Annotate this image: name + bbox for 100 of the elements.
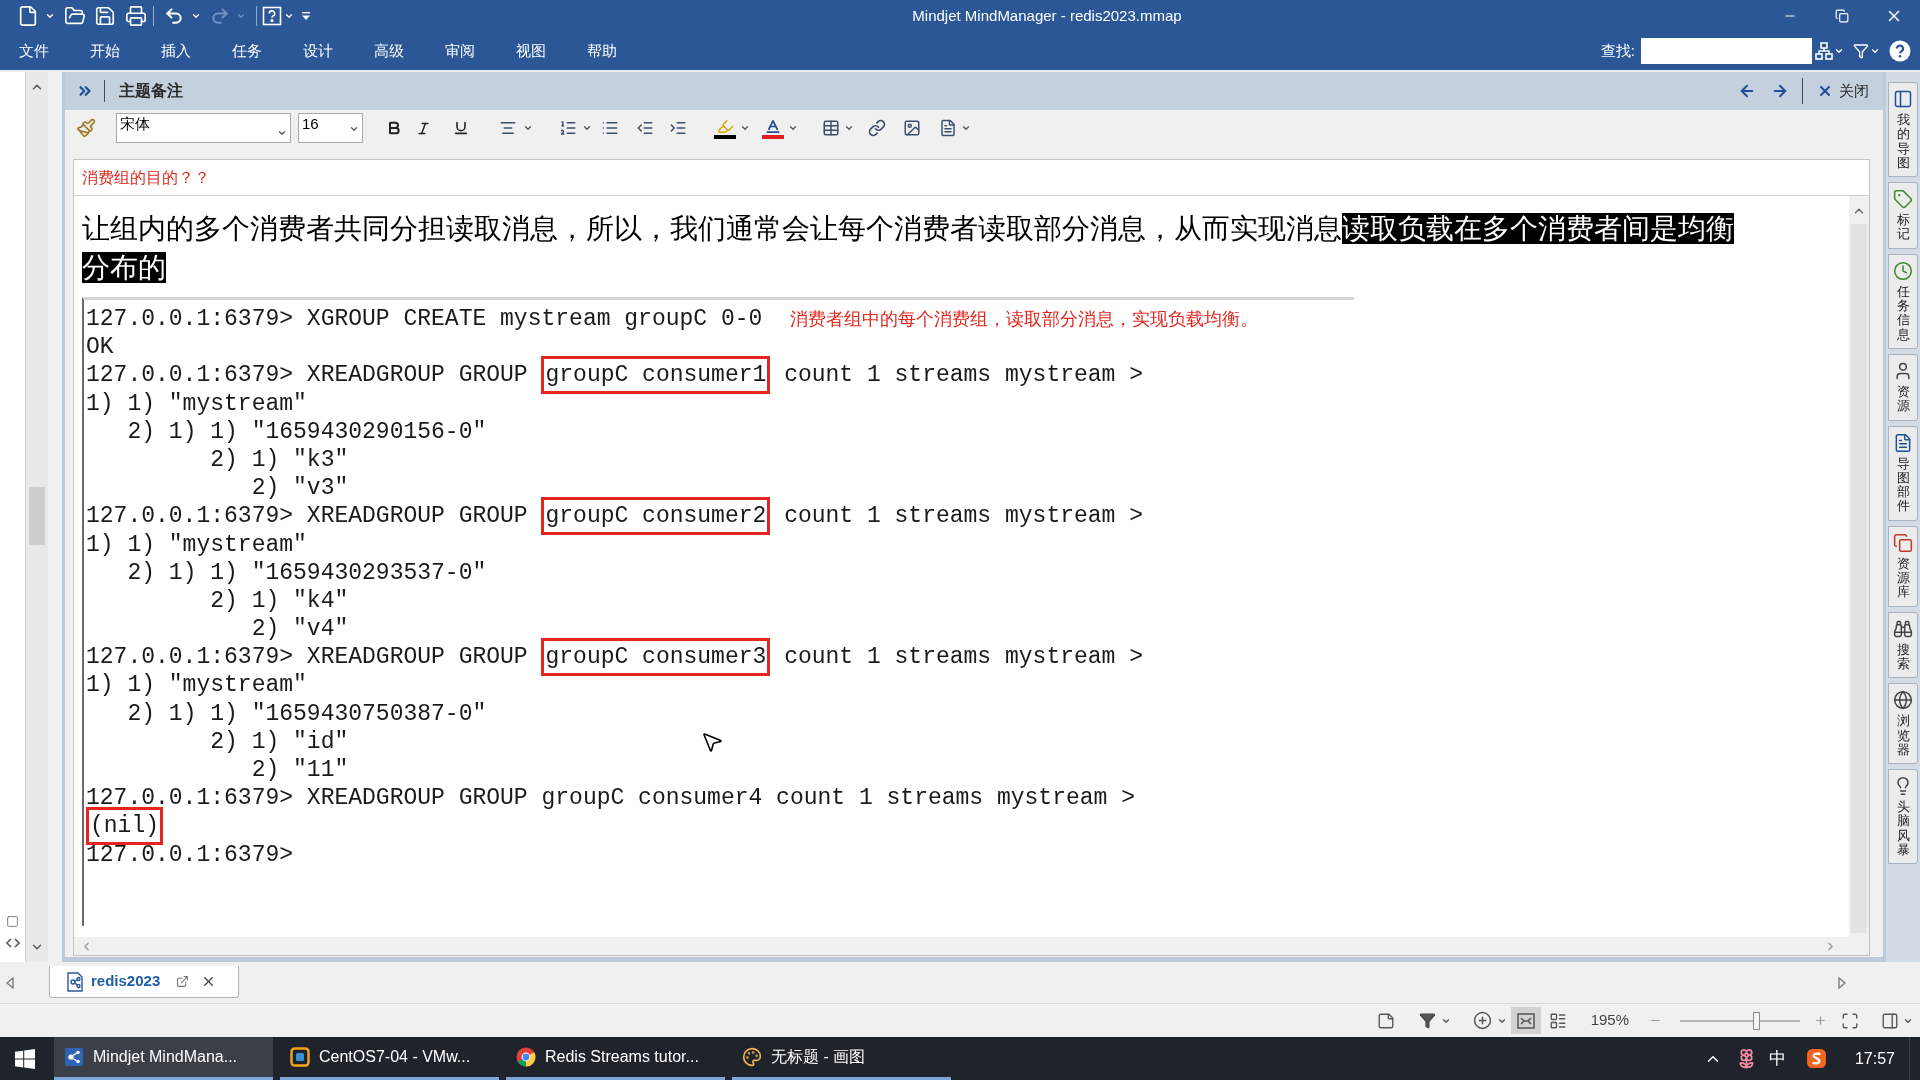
input-app-icon[interactable] — [1805, 1048, 1827, 1069]
font-size-select[interactable]: 16 — [298, 113, 363, 143]
fit-icon[interactable] — [1841, 1011, 1859, 1030]
caret-icon[interactable] — [349, 124, 359, 134]
pop-out-icon[interactable] — [176, 975, 190, 988]
collapse-icon[interactable] — [5, 938, 20, 948]
sidebar-tab[interactable]: 资源 — [1888, 353, 1918, 421]
binoculars-icon[interactable] — [1893, 618, 1913, 639]
font-color-icon[interactable] — [762, 117, 784, 139]
tag-icon[interactable] — [1893, 189, 1913, 210]
caret-icon[interactable] — [191, 11, 201, 21]
scrollbar[interactable] — [26, 72, 48, 962]
sidebar-tab[interactable]: 浏览器 — [1888, 683, 1918, 765]
image-icon[interactable] — [903, 119, 921, 137]
taskbar-item[interactable]: CentOS7-04 - VMw... — [280, 1037, 499, 1080]
menu-item[interactable]: 设计 — [296, 35, 340, 67]
new-document-icon[interactable] — [17, 5, 39, 27]
sidebar-tab[interactable]: 资源库 — [1888, 525, 1918, 607]
folder-icon[interactable] — [64, 5, 86, 27]
clock-icon[interactable] — [1893, 260, 1913, 281]
search-field[interactable] — [1641, 38, 1812, 64]
sidebar-tab[interactable]: 导图部件 — [1888, 425, 1918, 521]
caret-icon[interactable] — [1870, 46, 1880, 56]
scroll-left-icon[interactable] — [6, 977, 14, 989]
menu-item[interactable]: 高级 — [367, 35, 411, 67]
sidebar-tab[interactable]: 标记 — [1888, 182, 1918, 249]
forward-arrow-icon[interactable] — [1771, 82, 1789, 100]
help-icon[interactable] — [262, 6, 282, 26]
indent-icon[interactable] — [669, 119, 687, 137]
close-icon[interactable] — [1817, 83, 1833, 99]
view-button[interactable] — [1510, 1007, 1541, 1034]
save-icon[interactable] — [94, 5, 116, 27]
menu-item[interactable]: 任务 — [225, 35, 269, 67]
printer-icon[interactable] — [125, 5, 147, 27]
numbered-list-icon[interactable] — [559, 119, 577, 137]
customize-icon[interactable] — [301, 11, 311, 21]
terminal-text: 2) 1) "id" — [210, 728, 349, 755]
bold-icon[interactable] — [386, 120, 402, 136]
menu-item[interactable]: 开始 — [83, 35, 127, 67]
slider-thumb[interactable] — [1752, 1011, 1760, 1030]
panel-icon[interactable] — [1893, 89, 1913, 109]
taskbar-item[interactable]: Mindjet MindMana... — [54, 1037, 273, 1080]
hierarchy-icon[interactable] — [1815, 42, 1833, 60]
link-icon[interactable] — [868, 119, 886, 137]
scroll-right-icon[interactable] — [1838, 977, 1846, 989]
map-view-icon[interactable] — [1516, 1011, 1535, 1030]
italic-icon[interactable] — [416, 120, 431, 136]
underline-icon[interactable] — [453, 120, 469, 136]
globe-icon[interactable] — [1893, 690, 1913, 711]
sidebar-tab[interactable]: 搜索 — [1888, 611, 1918, 679]
document-tab[interactable]: redis2023 — [49, 966, 239, 998]
sidebar-tab[interactable]: 头脑风暴 — [1888, 769, 1918, 865]
close-button[interactable]: 关闭 — [1817, 79, 1869, 103]
person-icon[interactable] — [1893, 360, 1913, 381]
brush-icon[interactable] — [76, 118, 96, 138]
caret-icon[interactable] — [277, 128, 287, 138]
restore-icon[interactable] — [1835, 9, 1849, 23]
frame-icon[interactable] — [6, 915, 19, 928]
caret-icon[interactable] — [523, 123, 533, 133]
help-icon[interactable] — [1889, 40, 1911, 62]
add-icon[interactable] — [1472, 1011, 1492, 1030]
terminal-text: count 1 streams mystream > — [784, 503, 1143, 530]
panel-icon[interactable] — [1881, 1011, 1899, 1030]
menu-item[interactable]: 视图 — [509, 35, 553, 67]
caret-icon[interactable] — [284, 11, 294, 21]
menu-item[interactable]: 插入 — [154, 35, 198, 67]
outdent-icon[interactable] — [636, 119, 654, 137]
outline-view-icon[interactable] — [1548, 1011, 1567, 1030]
caret-icon[interactable] — [844, 123, 854, 133]
caret-icon[interactable] — [961, 123, 971, 133]
menu-item[interactable]: 帮助 — [580, 35, 624, 67]
caret-icon[interactable] — [1834, 46, 1844, 56]
menu-item[interactable]: 审阅 — [438, 35, 482, 67]
taskbar-item[interactable]: 无标题 - 画图 — [732, 1037, 951, 1080]
document-icon[interactable] — [939, 119, 957, 137]
table-icon[interactable] — [822, 119, 840, 137]
taskbar-item[interactable]: Redis Streams tutor... — [506, 1037, 725, 1080]
search-label: 查找: — [1600, 40, 1635, 61]
bullet-list-icon[interactable] — [601, 119, 619, 137]
sidebar-tab[interactable]: 任务信息 — [1888, 253, 1918, 349]
mind-map-app-icon — [64, 1047, 84, 1067]
scroll-thumb[interactable] — [29, 487, 45, 545]
start-icon[interactable] — [15, 1048, 35, 1069]
undo-icon[interactable] — [164, 6, 184, 26]
menu-item[interactable]: 文件 — [12, 35, 56, 67]
align-icon[interactable] — [499, 119, 517, 137]
font-select[interactable]: 宋体 — [116, 113, 291, 143]
filter-icon[interactable] — [1418, 1012, 1436, 1029]
notes-icon[interactable] — [1376, 1011, 1395, 1030]
caret-icon[interactable] — [582, 123, 592, 133]
copy-icon[interactable] — [1893, 532, 1913, 553]
input-method-indicator[interactable]: 中 — [1768, 1045, 1786, 1072]
highlight-icon[interactable] — [714, 117, 736, 139]
scrollbar[interactable] — [1849, 196, 1869, 937]
sidebar-tab[interactable]: 我的导图 — [1888, 82, 1918, 178]
clock-time[interactable]: 17:57 — [1854, 1046, 1895, 1071]
document-icon[interactable] — [1893, 432, 1913, 453]
caret-icon[interactable] — [45, 11, 55, 21]
caret-icon[interactable] — [788, 123, 798, 133]
caret-icon[interactable] — [740, 123, 750, 133]
